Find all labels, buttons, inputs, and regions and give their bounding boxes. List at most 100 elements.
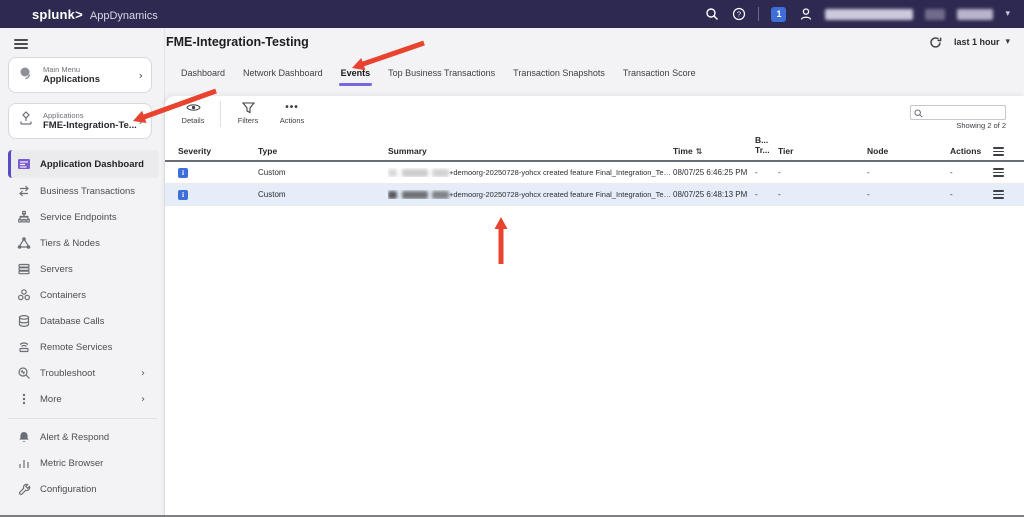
search-icon xyxy=(914,105,923,123)
col-severity[interactable]: Severity xyxy=(178,146,258,156)
sidebar-item-application-dashboard[interactable]: Application Dashboard xyxy=(8,150,159,178)
column-picker-icon[interactable] xyxy=(993,147,1024,156)
actions-button-label: Actions xyxy=(280,116,305,125)
chevron-right-icon: › xyxy=(139,115,143,128)
sidebar-item-servers[interactable]: Servers xyxy=(0,256,165,282)
details-button[interactable]: Details xyxy=(171,101,215,125)
sidebar-item-label: Database Calls xyxy=(40,316,104,327)
main-menu-icon xyxy=(17,65,35,86)
sidebar-footer-nav: Alert & Respond Metric Browser Configura… xyxy=(0,424,165,502)
col-type[interactable]: Type xyxy=(258,146,388,156)
redacted-account-text xyxy=(925,9,945,20)
showing-count: Showing 2 of 2 xyxy=(956,121,1006,130)
notification-badge[interactable]: 1 xyxy=(771,7,786,22)
chevron-right-icon: › xyxy=(141,394,145,405)
chevron-down-icon: ▾ xyxy=(1005,37,1010,47)
sidebar-item-tiers-nodes[interactable]: Tiers & Nodes xyxy=(0,230,165,256)
bell-icon xyxy=(17,430,31,444)
severity-cell: i xyxy=(178,168,258,178)
tab-events[interactable]: Events xyxy=(339,64,373,86)
user-icon[interactable] xyxy=(798,7,813,22)
summary-text: +demoorg-20250728-yohcx created feature … xyxy=(449,168,673,177)
main-menu-card-label: Main Menu xyxy=(43,65,139,74)
sidebar-item-database-calls[interactable]: Database Calls xyxy=(0,308,165,334)
sidebar-item-label: Servers xyxy=(40,264,73,275)
ellipsis-icon: ••• xyxy=(285,101,299,114)
application-icon xyxy=(17,110,35,133)
redacted-text xyxy=(432,191,449,199)
type-cell: Custom xyxy=(258,190,388,199)
sidebar-item-label: Containers xyxy=(40,290,86,301)
table-search xyxy=(910,102,1006,117)
endpoints-icon xyxy=(17,210,31,224)
details-button-label: Details xyxy=(182,116,205,125)
time-range-selector[interactable]: last 1 hour ▾ xyxy=(954,37,1010,47)
topbar-divider xyxy=(758,7,759,21)
metric-browser-icon xyxy=(17,456,31,470)
chevron-right-icon: › xyxy=(141,368,145,379)
sidebar-item-label: Tiers & Nodes xyxy=(40,238,100,249)
redacted-user-name xyxy=(825,9,913,20)
search-icon[interactable] xyxy=(704,7,719,22)
node-cell: - xyxy=(867,168,950,177)
col-time[interactable]: Time⇅ xyxy=(673,146,755,156)
tab-transaction-score[interactable]: Transaction Score xyxy=(621,64,698,86)
tab-top-business-transactions[interactable]: Top Business Transactions xyxy=(386,64,497,86)
tiers-nodes-icon xyxy=(17,236,31,250)
sidebar-item-business-transactions[interactable]: Business Transactions xyxy=(0,178,165,204)
page-title: FME-Integration-Testing xyxy=(166,35,309,49)
application-card-value: FME-Integration-Te... xyxy=(43,120,139,131)
col-summary[interactable]: Summary xyxy=(388,146,673,156)
sidebar-item-service-endpoints[interactable]: Service Endpoints xyxy=(0,204,165,230)
row-menu-icon[interactable] xyxy=(993,190,1024,199)
tab-dashboard[interactable]: Dashboard xyxy=(179,64,227,86)
filters-button[interactable]: Filters xyxy=(226,101,270,125)
table-row[interactable]: i Custom +demoorg-20250728-yohcx created… xyxy=(165,184,1024,206)
col-node[interactable]: Node xyxy=(867,146,950,156)
transactions-icon xyxy=(17,184,31,198)
time-cell: 08/07/25 6:46:25 PM xyxy=(673,168,755,177)
main-header: FME-Integration-Testing last 1 hour ▾ xyxy=(165,28,1024,62)
application-selector-card[interactable]: Applications FME-Integration-Te... › xyxy=(8,103,152,139)
app-window: splunk> AppDynamics ? 1 ▾ xyxy=(0,0,1024,517)
sidebar-item-label: Alert & Respond xyxy=(40,432,109,443)
help-icon[interactable]: ? xyxy=(731,7,746,22)
sidebar-item-troubleshoot[interactable]: Troubleshoot › xyxy=(0,360,165,386)
database-icon xyxy=(17,314,31,328)
sidebar-item-containers[interactable]: Containers xyxy=(0,282,165,308)
menu-hamburger-icon[interactable] xyxy=(14,39,28,49)
table-header: Severity Type Summary Time⇅ B... Tr... T… xyxy=(165,136,1024,162)
redacted-text xyxy=(402,169,428,177)
refresh-icon[interactable] xyxy=(928,34,944,50)
remote-services-icon xyxy=(17,340,31,354)
redacted-text xyxy=(402,191,428,199)
sidebar-item-alert-respond[interactable]: Alert & Respond xyxy=(0,424,165,450)
table-row[interactable]: i Custom +demoorg-20250728-yohcx created… xyxy=(165,162,1024,184)
sidebar-item-metric-browser[interactable]: Metric Browser xyxy=(0,450,165,476)
main-menu-card[interactable]: Main Menu Applications › xyxy=(8,57,152,93)
sidebar-item-label: Configuration xyxy=(40,484,97,495)
application-card-label: Applications xyxy=(43,111,139,120)
redacted-text xyxy=(432,169,449,177)
svg-text:?: ? xyxy=(737,10,741,19)
events-panel: Details Filters ••• Actions xyxy=(165,96,1024,517)
main-content: FME-Integration-Testing last 1 hour ▾ Da… xyxy=(165,28,1024,517)
info-severity-icon: i xyxy=(178,168,188,178)
row-menu-icon[interactable] xyxy=(993,168,1024,177)
col-actions[interactable]: Actions xyxy=(950,146,993,156)
col-tier[interactable]: Tier xyxy=(778,146,867,156)
tab-transaction-snapshots[interactable]: Transaction Snapshots xyxy=(511,64,607,86)
sidebar-item-more[interactable]: More › xyxy=(0,386,165,412)
user-menu-caret-icon[interactable]: ▾ xyxy=(1005,9,1010,19)
sidebar-item-configuration[interactable]: Configuration xyxy=(0,476,165,502)
sidebar-item-label: Business Transactions xyxy=(40,186,135,197)
sidebar-item-remote-services[interactable]: Remote Services xyxy=(0,334,165,360)
search-input[interactable] xyxy=(910,105,1006,120)
filter-icon xyxy=(242,101,255,114)
sort-icon[interactable]: ⇅ xyxy=(696,147,703,156)
actions-button[interactable]: ••• Actions xyxy=(270,101,314,125)
sidebar-item-label: More xyxy=(40,394,62,405)
summary-text: +demoorg-20250728-yohcx created feature … xyxy=(449,190,673,199)
col-business-transaction[interactable]: B... Tr... xyxy=(755,136,778,156)
tab-network-dashboard[interactable]: Network Dashboard xyxy=(241,64,325,86)
